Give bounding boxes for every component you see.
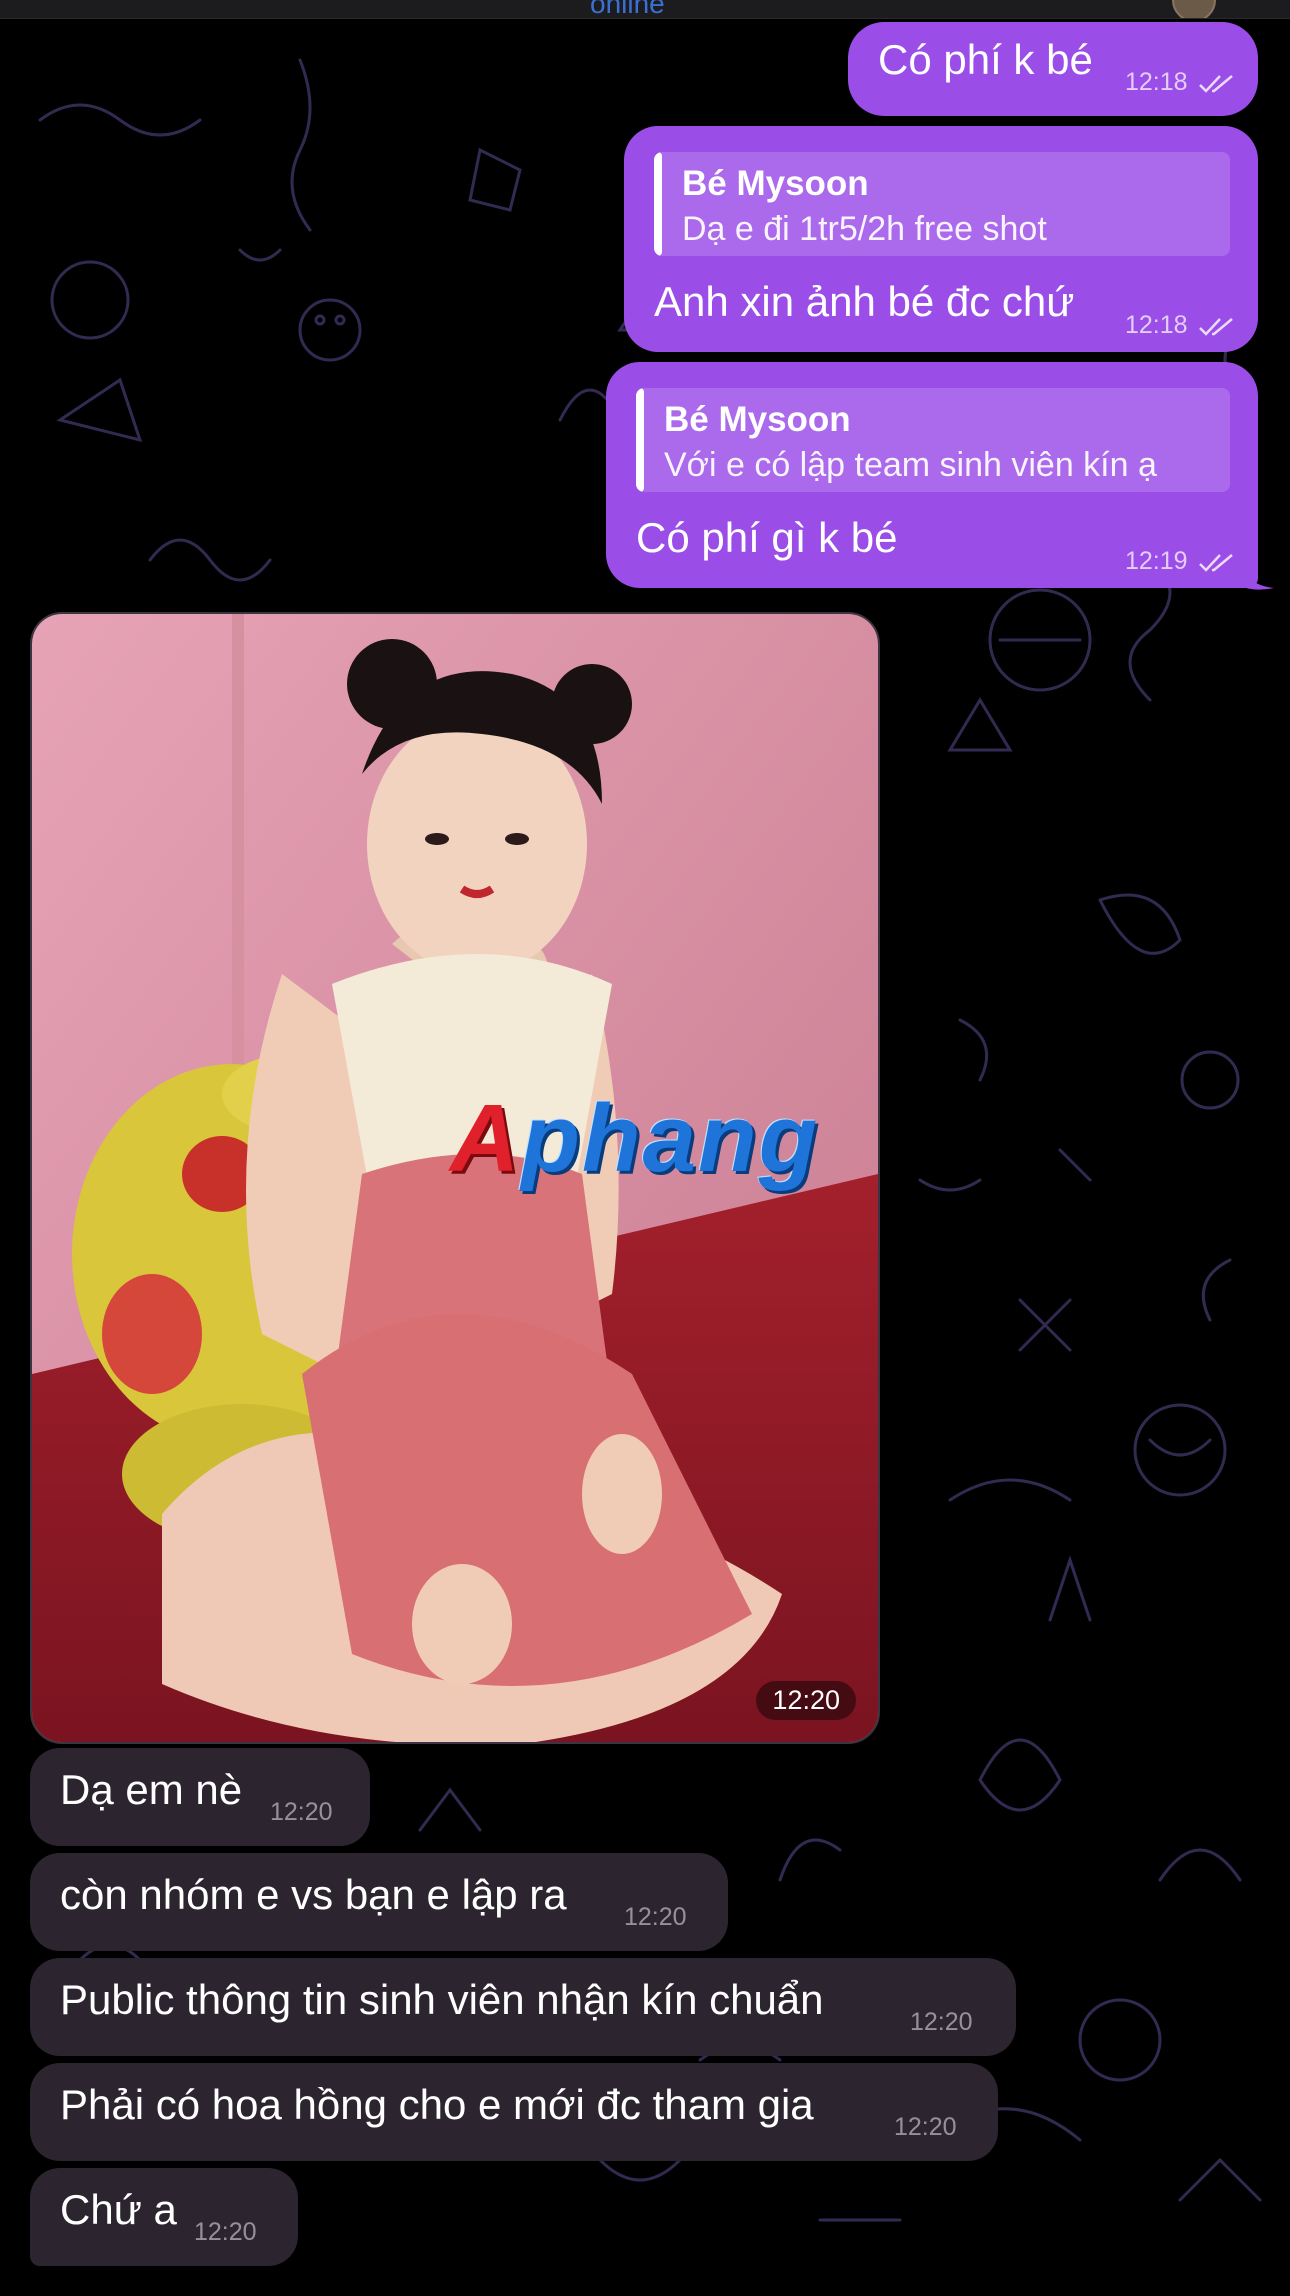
reply-author: Bé Mysoon bbox=[682, 164, 869, 203]
outgoing-message[interactable]: Có phí k bé 12:18 bbox=[848, 22, 1258, 116]
incoming-message[interactable]: Chứ a 12:20 bbox=[30, 2168, 298, 2266]
reply-preview[interactable]: Bé Mysoon Với e có lập team sinh viên kí… bbox=[636, 388, 1230, 492]
message-text: Public thông tin sinh viên nhận kín chuẩ… bbox=[60, 1976, 824, 2023]
incoming-message[interactable]: còn nhóm e vs bạn e lập ra 12:20 bbox=[30, 1853, 728, 1951]
message-text: Chứ a bbox=[60, 2186, 177, 2233]
photo-watermark: Aphang bbox=[450, 1085, 820, 1192]
message-time: 12:19 bbox=[1125, 547, 1188, 575]
reply-text: Với e có lập team sinh viên kín ạ bbox=[664, 446, 1157, 484]
message-time: 12:20 bbox=[894, 2113, 957, 2141]
incoming-message[interactable]: Dạ em nè 12:20 bbox=[30, 1748, 370, 1846]
message-text: Phải có hoa hồng cho e mới đc tham gia bbox=[60, 2081, 814, 2128]
message-text: Anh xin ảnh bé đc chứ bbox=[654, 278, 1075, 325]
reply-accent-bar bbox=[636, 388, 644, 492]
reply-preview[interactable]: Bé Mysoon Dạ e đi 1tr5/2h free shot bbox=[654, 152, 1230, 256]
incoming-message[interactable]: Public thông tin sinh viên nhận kín chuẩ… bbox=[30, 1958, 1016, 2056]
outgoing-message-with-reply[interactable]: Bé Mysoon Dạ e đi 1tr5/2h free shot Anh … bbox=[624, 126, 1258, 352]
message-time: 12:20 bbox=[624, 1903, 687, 1931]
contact-avatar[interactable] bbox=[1172, 0, 1216, 18]
message-time: 12:18 bbox=[1125, 68, 1188, 96]
double-check-icon bbox=[1199, 318, 1233, 336]
message-text: Có phí gì k bé bbox=[636, 514, 898, 561]
chat-header: online bbox=[0, 0, 1290, 19]
message-time: 12:20 bbox=[910, 2008, 973, 2036]
photo-time: 12:20 bbox=[756, 1681, 856, 1720]
message-time: 12:20 bbox=[270, 1798, 333, 1826]
reply-accent-bar bbox=[654, 152, 662, 256]
message-time: 12:20 bbox=[194, 2218, 257, 2246]
outgoing-message-with-reply[interactable]: Bé Mysoon Với e có lập team sinh viên kí… bbox=[606, 362, 1258, 588]
bubble-tail bbox=[1240, 566, 1274, 590]
header-status: online bbox=[590, 0, 665, 19]
double-check-icon bbox=[1199, 554, 1233, 572]
message-time: 12:18 bbox=[1125, 311, 1188, 339]
message-text: Dạ em nè bbox=[60, 1766, 243, 1813]
incoming-message[interactable]: Phải có hoa hồng cho e mới đc tham gia 1… bbox=[30, 2063, 998, 2161]
message-text: còn nhóm e vs bạn e lập ra bbox=[60, 1871, 567, 1918]
photo-message[interactable]: Aphang 12:20 bbox=[30, 612, 880, 1744]
double-check-icon bbox=[1199, 75, 1233, 93]
message-text: Có phí k bé bbox=[878, 36, 1093, 83]
reply-author: Bé Mysoon bbox=[664, 400, 851, 439]
reply-text: Dạ e đi 1tr5/2h free shot bbox=[682, 210, 1047, 248]
